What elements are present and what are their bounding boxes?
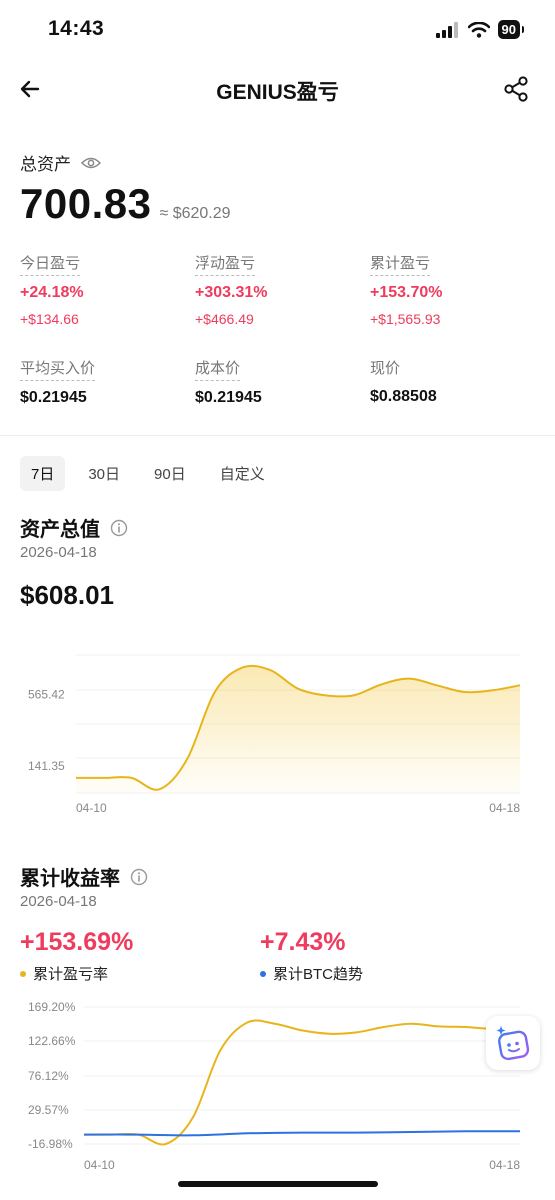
legend-dot-blue	[260, 970, 266, 977]
status-icons: 90	[435, 20, 525, 39]
y-tick-label: 76.12%	[28, 1069, 69, 1083]
tab-7d[interactable]: 7日	[20, 456, 66, 491]
price-value: $0.21945	[195, 389, 262, 406]
info-icon[interactable]	[130, 868, 148, 886]
nav-bar: GENIUS盈亏	[0, 62, 555, 118]
tab-90d[interactable]: 90日	[143, 456, 197, 491]
x-tick-label: 04-18	[489, 1158, 520, 1172]
legend-btc: 累计BTC趋势	[260, 963, 363, 984]
range-tabs: 7日 30日 90日 自定义	[20, 456, 276, 491]
tab-custom[interactable]: 自定义	[209, 456, 276, 491]
asset-total-title: 资产总值	[20, 513, 128, 542]
y-tick-label: 29.57%	[28, 1103, 69, 1117]
share-icon[interactable]	[503, 75, 529, 103]
section-title-text: 资产总值	[20, 519, 100, 541]
stat-amount: +$466.49	[195, 311, 254, 327]
cellular-signal-icon	[435, 21, 458, 38]
assistant-face-icon	[496, 1026, 530, 1061]
stat-today: 今日盈亏 +24.18% +$134.66	[20, 252, 84, 327]
price-current: 现价 $0.88508	[370, 357, 437, 406]
page-title: GENIUS盈亏	[216, 81, 339, 104]
stat-label[interactable]: 今日盈亏	[20, 252, 81, 276]
ai-assistant-button[interactable]	[486, 1016, 540, 1070]
legend-label: 累计盈亏率	[33, 966, 109, 983]
price-label[interactable]: 成本价	[195, 357, 241, 381]
total-asset-usd: ≈ $620.29	[159, 205, 231, 222]
stat-label[interactable]: 累计盈亏	[370, 252, 431, 276]
x-tick-label: 04-18	[489, 801, 520, 815]
stat-percent: +303.31%	[195, 284, 268, 301]
x-tick-label: 04-10	[76, 801, 107, 815]
returns-line-blue	[83, 1130, 521, 1137]
returns-chart: 169.20% 122.66% 76.12% 29.57% -16.98% 04-10 04…	[28, 1000, 521, 1172]
asset-main: 700.83 ≈ $620.29	[20, 180, 231, 228]
y-tick-label: 141.35	[28, 759, 65, 773]
stat-percent: +153.70%	[370, 284, 443, 301]
price-value: $0.21945	[20, 389, 87, 406]
returns-title: 累计收益率	[20, 862, 148, 891]
total-asset-value: 700.83	[20, 180, 152, 227]
returns-main: +153.69% 累计盈亏率	[20, 928, 133, 984]
returns-btc-value: +7.43%	[260, 928, 346, 956]
legend-label: 累计BTC趋势	[273, 966, 364, 983]
price-label: 现价	[370, 360, 401, 377]
eye-icon[interactable]	[81, 156, 101, 170]
price-label[interactable]: 平均买入价	[20, 357, 96, 381]
price-cost: 成本价 $0.21945	[195, 357, 262, 407]
wifi-icon	[467, 21, 490, 38]
stat-cumulative: 累计盈亏 +153.70% +$1,565.93	[370, 252, 443, 327]
legend-main: 累计盈亏率	[20, 963, 133, 984]
legend-dot-gold	[20, 970, 26, 977]
stat-floating: 浮动盈亏 +303.31% +$466.49	[195, 252, 268, 327]
asset-total-date: 2026-04-18	[20, 544, 97, 561]
home-indicator	[178, 1181, 378, 1187]
x-tick-label: 04-10	[84, 1158, 115, 1172]
returns-btc: +7.43% 累计BTC趋势	[260, 928, 363, 984]
tab-30d[interactable]: 30日	[77, 456, 131, 491]
price-value: $0.88508	[370, 388, 437, 405]
section-title-text: 累计收益率	[20, 868, 120, 890]
y-tick-label: 169.20%	[28, 1000, 76, 1014]
stat-percent: +24.18%	[20, 284, 84, 301]
asset-total-chart: 565.42 141.35 04-10 04-18	[28, 654, 520, 815]
asset-label: 总资产	[20, 155, 71, 174]
status-bar: 14:43 90	[0, 0, 555, 60]
returns-main-value: +153.69%	[20, 928, 134, 956]
asset-total-value: $608.01	[20, 580, 114, 610]
asset-area-fill	[76, 665, 520, 793]
stat-amount: +$134.66	[20, 311, 79, 327]
stat-label[interactable]: 浮动盈亏	[195, 252, 256, 276]
status-time: 14:43	[48, 17, 105, 40]
y-tick-label: -16.98%	[28, 1137, 73, 1151]
section-divider	[0, 435, 555, 436]
stat-amount: +$1,565.93	[370, 311, 441, 327]
returns-date: 2026-04-18	[20, 893, 97, 910]
y-tick-label: 122.66%	[28, 1034, 76, 1048]
battery-indicator: 90	[497, 20, 525, 39]
price-avg-buy: 平均买入价 $0.21945	[20, 357, 96, 407]
asset-header: 总资产	[20, 150, 101, 175]
info-icon[interactable]	[110, 519, 128, 537]
returns-line-gold	[83, 1019, 521, 1146]
y-tick-label: 565.42	[28, 687, 65, 701]
